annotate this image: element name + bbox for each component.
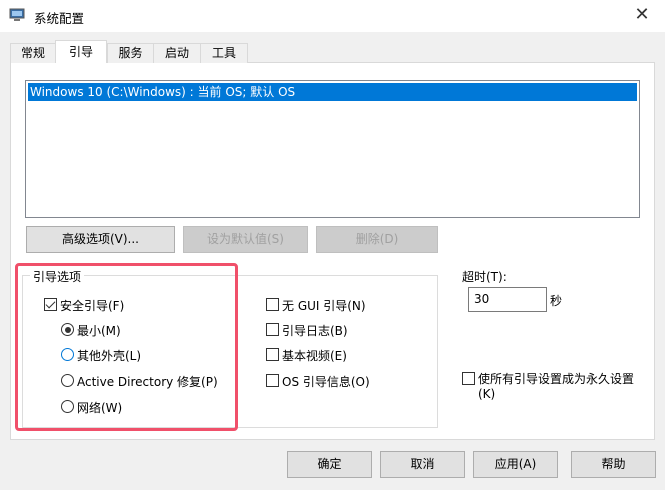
delete-button[interactable]: 删除(D) bbox=[316, 226, 438, 253]
tab-services[interactable]: 服务 bbox=[107, 43, 154, 63]
os-boot-info-checkbox[interactable] bbox=[266, 374, 279, 387]
system-config-icon bbox=[9, 8, 25, 21]
cancel-button[interactable]: 取消 bbox=[380, 451, 465, 478]
highlight-box bbox=[15, 263, 238, 431]
make-permanent-label: 使所有引导设置成为永久设置 bbox=[478, 372, 635, 386]
tab-tools[interactable]: 工具 bbox=[200, 43, 248, 63]
base-video-checkbox[interactable] bbox=[266, 348, 279, 361]
boot-log-label: 引导日志(B) bbox=[282, 324, 348, 338]
apply-button[interactable]: 应用(A) bbox=[473, 451, 558, 478]
tab-startup[interactable]: 启动 bbox=[153, 43, 201, 63]
timeout-unit: 秒 bbox=[550, 294, 563, 308]
advanced-options-button[interactable]: 高级选项(V)... bbox=[26, 226, 175, 253]
make-permanent-checkbox[interactable] bbox=[462, 372, 475, 385]
timeout-label: 超时(T): bbox=[462, 270, 507, 284]
boot-log-checkbox[interactable] bbox=[266, 323, 279, 336]
list-item[interactable]: Windows 10 (C:\Windows) : 当前 OS; 默认 OS bbox=[28, 83, 637, 101]
window-title: 系统配置 bbox=[34, 11, 85, 26]
tab-general[interactable]: 常规 bbox=[10, 43, 56, 63]
ok-button[interactable]: 确定 bbox=[287, 451, 372, 478]
base-video-label: 基本视频(E) bbox=[282, 349, 347, 363]
timeout-input[interactable]: 30 bbox=[468, 287, 547, 312]
close-icon[interactable]: ✕ bbox=[628, 4, 656, 26]
set-default-button[interactable]: 设为默认值(S) bbox=[183, 226, 308, 253]
os-boot-info-label: OS 引导信息(O) bbox=[282, 375, 370, 389]
no-gui-boot-label: 无 GUI 引导(N) bbox=[282, 299, 366, 313]
boot-os-list[interactable]: Windows 10 (C:\Windows) : 当前 OS; 默认 OS bbox=[25, 80, 640, 218]
title-bar bbox=[0, 0, 665, 32]
make-permanent-label-key: (K) bbox=[478, 387, 496, 401]
no-gui-boot-checkbox[interactable] bbox=[266, 298, 279, 311]
tab-boot[interactable]: 引导 bbox=[55, 40, 107, 63]
help-button[interactable]: 帮助 bbox=[571, 451, 656, 478]
